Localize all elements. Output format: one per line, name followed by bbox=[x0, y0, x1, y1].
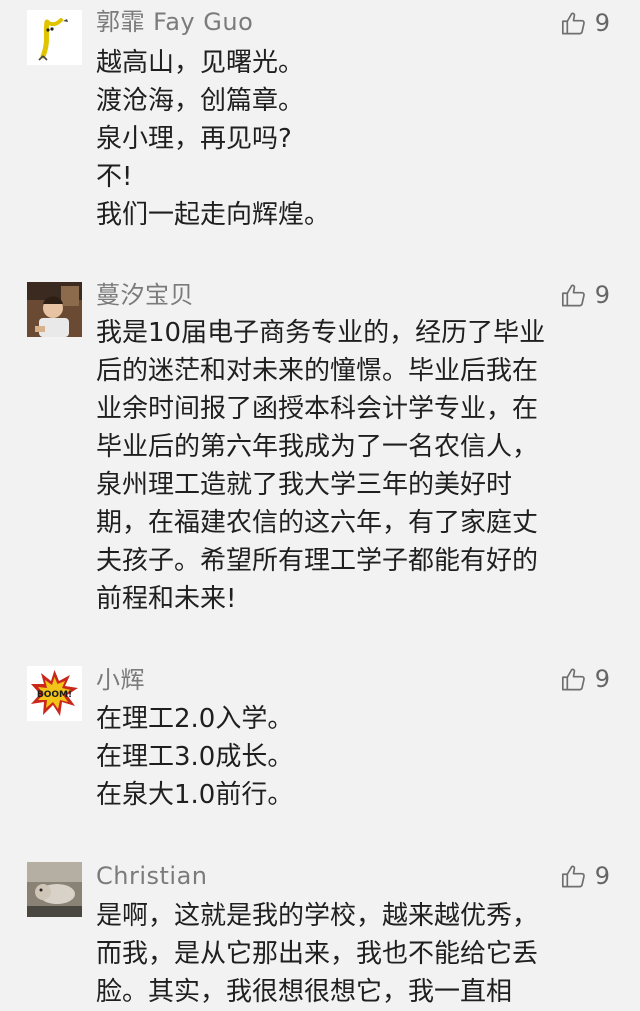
like-count: 9 bbox=[594, 9, 610, 37]
thumbs-up-icon bbox=[561, 12, 585, 34]
comment-line: 在理工3.0成长。 bbox=[96, 742, 294, 772]
thumbs-up-icon bbox=[561, 865, 585, 887]
comment-line: 越高山，见曙光。 bbox=[96, 48, 305, 78]
like-button[interactable]: 9 bbox=[560, 280, 610, 310]
like-count: 9 bbox=[594, 281, 610, 309]
thumbs-up-icon bbox=[561, 668, 585, 690]
child-photo-avatar-icon bbox=[27, 282, 82, 337]
boom-comic-avatar-icon: BOOM! bbox=[27, 666, 82, 721]
comment-line: 期，在福建农信的这六年，有了家庭丈 bbox=[96, 508, 539, 538]
comment-line: 泉州理工造就了我大学三年的美好时 bbox=[96, 470, 513, 500]
comment-text: 是啊，这就是我的学校，越来越优秀， 而我，是从它那出来，我也不能给它丢 脸。其实… bbox=[96, 897, 596, 1011]
like-count: 9 bbox=[594, 665, 610, 693]
comment-line: 业余时间报了函授本科会计学专业，在 bbox=[96, 394, 539, 424]
comment-line: 在泉大1.0前行。 bbox=[96, 780, 294, 810]
comment-line: 渡沧海，创篇章。 bbox=[96, 86, 305, 116]
user-avatar[interactable] bbox=[27, 862, 82, 917]
user-avatar[interactable] bbox=[27, 10, 82, 65]
comment-line: 在理工2.0入学。 bbox=[96, 704, 294, 734]
like-button[interactable]: 9 bbox=[560, 861, 610, 891]
boom-text: BOOM! bbox=[37, 690, 72, 700]
comment-line: 我是10届电子商务专业的，经历了毕业 bbox=[96, 318, 546, 348]
comment-line: 后的迷茫和对未来的憧憬。毕业后我在 bbox=[96, 356, 539, 386]
user-avatar[interactable] bbox=[27, 282, 82, 337]
comment-text: 越高山，见曙光。 渡沧海，创篇章。 泉小理，再见吗? 不! 我们一起走向辉煌。 bbox=[96, 44, 596, 234]
like-count: 9 bbox=[594, 862, 610, 890]
comment-line: 脸。其实，我很想很想它，我一直相 bbox=[96, 977, 513, 1007]
comment-text: 在理工2.0入学。 在理工3.0成长。 在泉大1.0前行。 bbox=[96, 700, 596, 814]
comment-line: 泉小理，再见吗? bbox=[96, 124, 292, 154]
username[interactable]: Christian bbox=[96, 862, 208, 890]
like-button[interactable]: 9 bbox=[560, 664, 610, 694]
username[interactable]: 蔓汐宝贝 bbox=[96, 281, 194, 309]
comment-line: 不! bbox=[96, 162, 133, 192]
username[interactable]: 郭霏 Fay Guo bbox=[96, 8, 253, 36]
pet-photo-avatar-icon bbox=[27, 862, 82, 917]
username[interactable]: 小辉 bbox=[96, 666, 145, 694]
like-button[interactable]: 9 bbox=[560, 8, 610, 38]
comment-line: 夫孩子。希望所有理工学子都能有好的 bbox=[96, 546, 539, 576]
banana-cartoon-avatar-icon bbox=[27, 10, 82, 65]
comment-text: 我是10届电子商务专业的，经历了毕业 后的迷茫和对未来的憧憬。毕业后我在 业余时… bbox=[96, 314, 596, 618]
comment-line: 我们一起走向辉煌。 bbox=[96, 200, 331, 230]
comment-line: 前程和未来! bbox=[96, 584, 237, 614]
comment-line: 是啊，这就是我的学校，越来越优秀， bbox=[96, 901, 539, 931]
user-avatar[interactable]: BOOM! bbox=[27, 666, 82, 721]
comment-line: 而我，是从它那出来，我也不能给它丢 bbox=[96, 939, 539, 969]
comment-line: 毕业后的第六年我成为了一名农信人， bbox=[96, 432, 539, 462]
thumbs-up-icon bbox=[561, 284, 585, 306]
